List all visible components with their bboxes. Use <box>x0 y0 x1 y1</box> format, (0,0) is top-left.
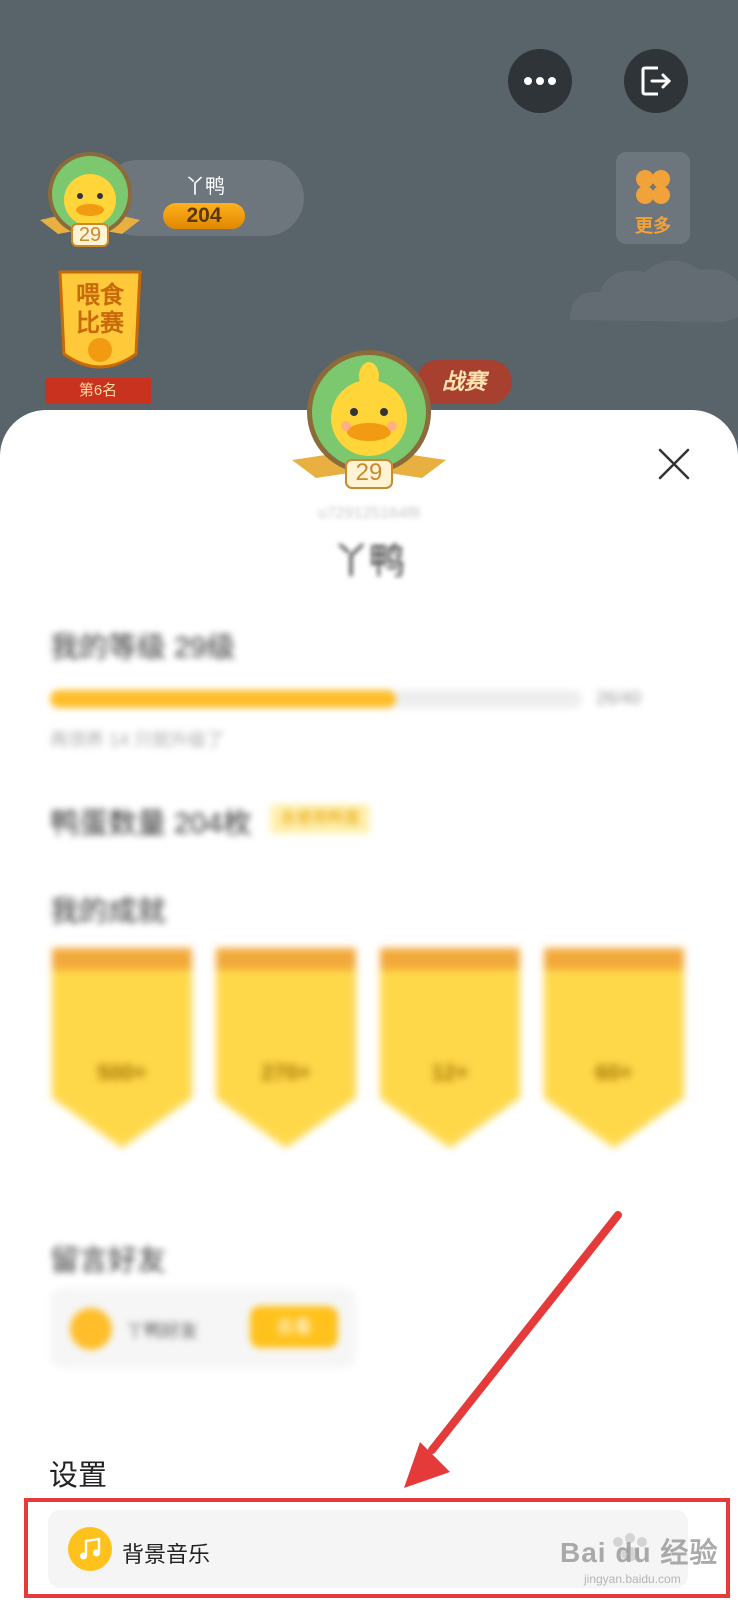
feed-contest-title: 喂食 比赛 <box>60 282 140 338</box>
watermark-url: jingyan.baidu.com <box>584 1572 681 1586</box>
player-score-badge: 204 <box>163 203 245 229</box>
background-music-label: 背景音乐 <box>122 1542 211 1567</box>
close-icon[interactable] <box>656 446 692 482</box>
level-label: 我的等级 29级 <box>50 632 236 664</box>
profile-name: 丫鸭 <box>332 540 405 581</box>
eggs-badge[interactable]: 去使用鸭蛋 <box>270 804 370 834</box>
friends-label: 留言好友 <box>50 1245 167 1277</box>
settings-title: 设置 <box>49 1460 108 1492</box>
player-level-badge: 29 <box>78 224 102 246</box>
cloud-decoration <box>570 260 738 322</box>
clover-icon <box>636 170 670 204</box>
profile-uid: u729125164f8 <box>317 505 421 522</box>
ellipsis-icon <box>524 77 556 85</box>
achievement-card[interactable] <box>540 948 688 1153</box>
achievement-value: 12+ <box>431 1060 469 1085</box>
watermark-text: Bai du 经验 <box>560 1537 719 1568</box>
feed-contest-title-line1: 喂食 <box>76 282 124 309</box>
profile-level-badge: 29 <box>355 459 383 486</box>
level-progress-fill <box>50 690 396 708</box>
player-name: 丫鸭 <box>185 176 225 198</box>
music-note-icon <box>68 1527 112 1571</box>
friend-action-button[interactable]: 去看 <box>250 1306 338 1348</box>
achievement-value: 60+ <box>595 1060 633 1085</box>
achievement-card[interactable] <box>48 948 196 1153</box>
achievements-label: 我的成就 <box>50 896 167 928</box>
friend-name: 丫鸭好友 <box>126 1321 198 1341</box>
achievement-card[interactable] <box>376 948 524 1153</box>
exit-icon <box>641 66 672 96</box>
feed-contest-title-line2: 比赛 <box>76 310 124 337</box>
more-options-button[interactable] <box>508 49 572 113</box>
level-progress-text: 26/40 <box>596 688 642 708</box>
achievement-value: 500+ <box>97 1060 147 1085</box>
level-progress-hint: 再领养 14 只就升级了 <box>50 730 225 750</box>
level-progress-bar <box>50 690 582 708</box>
achievement-value: 270+ <box>261 1060 311 1085</box>
exit-button[interactable] <box>624 49 688 113</box>
eggs-label: 鸭蛋数量 204枚 <box>50 808 252 840</box>
more-button-label: 更多 <box>635 216 671 236</box>
achievement-card[interactable] <box>212 948 360 1153</box>
friend-avatar <box>70 1308 112 1350</box>
feed-contest-rank: 第6名 <box>45 378 151 404</box>
